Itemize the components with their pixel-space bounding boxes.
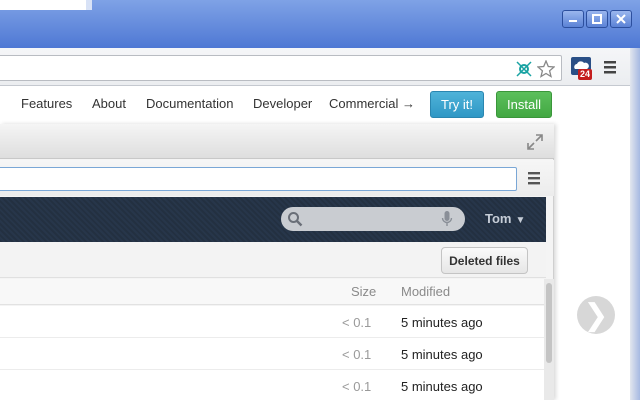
translate-icon[interactable] — [515, 60, 533, 78]
microphone-icon[interactable] — [441, 210, 453, 228]
column-size[interactable]: Size — [351, 284, 376, 299]
close-icon — [616, 14, 626, 24]
browser-toolbar — [0, 48, 630, 86]
nav-features[interactable]: Features — [21, 96, 72, 111]
user-name: Tom — [485, 211, 512, 226]
nav-commercial[interactable]: Commercial → — [329, 96, 415, 111]
file-size: < 0.1 — [342, 379, 372, 394]
file-table-header: Size Modified — [0, 279, 546, 305]
demo-menu-icon[interactable] — [526, 171, 542, 185]
nav-developer[interactable]: Developer — [253, 96, 312, 111]
extension-badge: 24 — [578, 69, 593, 80]
file-modified: 5 minutes ago — [401, 347, 483, 362]
expand-icon[interactable] — [526, 133, 544, 151]
search-input[interactable] — [281, 207, 465, 231]
file-modified: 5 minutes ago — [401, 379, 483, 394]
scrollbar-thumb[interactable] — [546, 283, 552, 363]
browser-tab[interactable] — [0, 0, 92, 10]
deleted-files-button[interactable]: Deleted files — [441, 247, 528, 274]
window-frame-right — [630, 48, 640, 400]
close-button[interactable] — [610, 10, 632, 28]
maximize-icon — [592, 14, 602, 24]
nav-documentation[interactable]: Documentation — [146, 96, 233, 111]
file-modified: 5 minutes ago — [401, 315, 483, 330]
maximize-button[interactable] — [586, 10, 608, 28]
table-row[interactable]: < 0.1 5 minutes ago — [0, 306, 546, 338]
minimize-button[interactable] — [562, 10, 584, 28]
user-menu[interactable]: Tom ▼ — [485, 211, 525, 226]
try-it-button[interactable]: Try it! — [430, 91, 484, 118]
browser-menu-icon[interactable] — [602, 58, 618, 76]
file-list-scrollbar[interactable] — [544, 279, 554, 400]
address-bar[interactable] — [0, 55, 562, 81]
table-row[interactable]: < 0.1 5 minutes ago — [0, 338, 546, 370]
demo-toolbar — [0, 160, 554, 196]
table-row[interactable]: < 0.1 5 minutes ago — [0, 370, 546, 400]
chevron-down-icon: ▼ — [515, 215, 526, 226]
demo-titlebar — [0, 124, 554, 159]
browser-tabstrip — [0, 0, 640, 48]
install-button[interactable]: Install — [496, 91, 552, 118]
minimize-icon — [569, 20, 577, 22]
search-icon — [288, 212, 303, 227]
app-header: Tom ▼ — [0, 197, 546, 242]
file-toolbar: Deleted files — [0, 242, 546, 278]
window-controls — [562, 10, 632, 28]
demo-window: Tom ▼ Deleted files Size Modified < 0.1 5… — [0, 124, 554, 400]
next-slide-arrow-icon[interactable]: ❯ — [577, 296, 615, 334]
nav-about[interactable]: About — [92, 96, 126, 111]
column-modified[interactable]: Modified — [401, 284, 450, 299]
bookmark-star-icon[interactable] — [537, 60, 555, 78]
file-size: < 0.1 — [342, 315, 372, 330]
demo-address-bar[interactable] — [0, 167, 517, 191]
file-size: < 0.1 — [342, 347, 372, 362]
